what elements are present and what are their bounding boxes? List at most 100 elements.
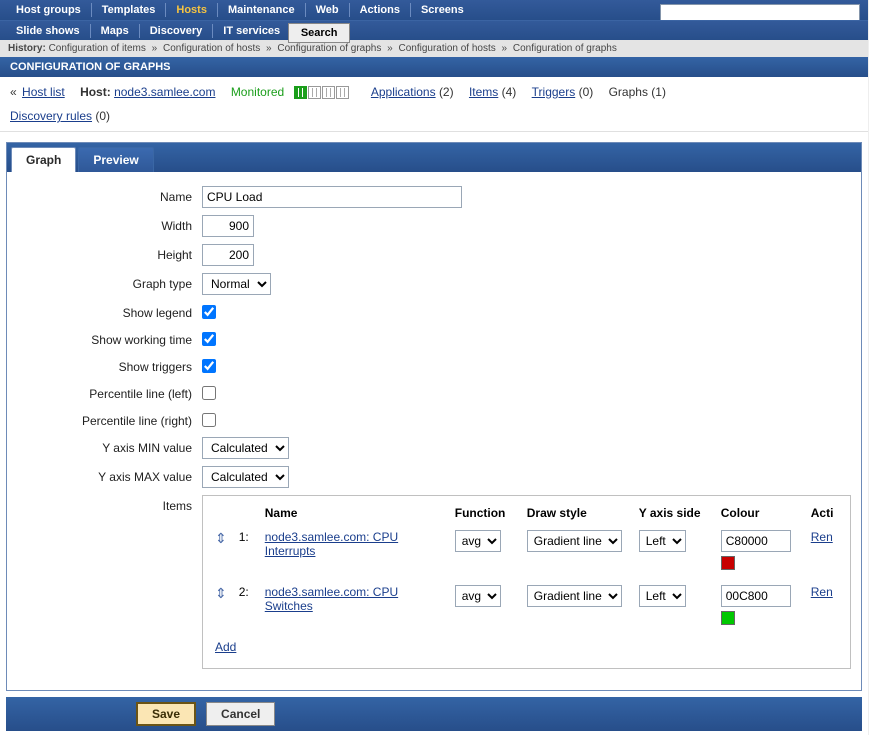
items-label: Items — [17, 495, 202, 513]
drag-handle-icon[interactable]: ⇕ — [215, 585, 227, 601]
nav-screens[interactable]: Screens — [413, 1, 472, 19]
colour-swatch[interactable] — [721, 611, 735, 625]
nav-divider — [305, 3, 306, 17]
history-item[interactable]: Configuration of hosts — [163, 43, 260, 54]
worktime-label: Show working time — [17, 329, 202, 347]
drawstyle-select[interactable]: Gradient line — [527, 585, 622, 607]
remove-link[interactable]: Ren — [811, 585, 833, 599]
drag-handle-icon[interactable]: ⇕ — [215, 530, 227, 546]
availability-icon — [308, 86, 321, 99]
item-index: 1: — [233, 524, 259, 579]
history-sep: » — [387, 43, 393, 54]
discovery-count: (0) — [95, 109, 110, 123]
nav-maintenance[interactable]: Maintenance — [220, 1, 303, 19]
history-item[interactable]: Configuration of hosts — [398, 43, 495, 54]
nav-divider — [410, 3, 411, 17]
tab-graph[interactable]: Graph — [11, 147, 76, 172]
triggers-count: (0) — [579, 85, 594, 99]
history-sep: » — [152, 43, 158, 54]
height-label: Height — [17, 244, 202, 262]
search-button[interactable]: Search — [288, 23, 350, 43]
ymin-label: Y axis MIN value — [17, 437, 202, 455]
yaxis-select[interactable]: Left — [639, 585, 686, 607]
item-name-link[interactable]: node3.samlee.com: CPU Switches — [265, 585, 398, 613]
height-input[interactable] — [202, 244, 254, 266]
nav-it-services[interactable]: IT services — [215, 22, 288, 40]
applications-link[interactable]: Applications — [371, 85, 436, 99]
tabstrip: Graph Preview — [7, 143, 861, 172]
yaxis-select[interactable]: Left — [639, 530, 686, 552]
host-list-link[interactable]: Host list — [22, 85, 65, 99]
name-label: Name — [17, 186, 202, 204]
history-item[interactable]: Configuration of items — [49, 43, 146, 54]
function-select[interactable]: avg — [455, 585, 501, 607]
availability-icon — [336, 86, 349, 99]
section-title: CONFIGURATION OF GRAPHS — [0, 57, 868, 77]
history-sep: » — [502, 43, 508, 54]
col-name: Name — [259, 502, 449, 524]
item-index: 2: — [233, 579, 259, 634]
percentile-right-checkbox[interactable] — [202, 413, 216, 427]
width-input[interactable] — [202, 215, 254, 237]
top-navigation: Host groups Templates Hosts Maintenance … — [0, 0, 868, 40]
tab-preview[interactable]: Preview — [78, 147, 153, 172]
name-input[interactable] — [202, 186, 462, 208]
col-action: Acti — [805, 502, 844, 524]
host-status: Monitored — [231, 85, 284, 99]
history-label: History: — [8, 43, 46, 54]
percentile-left-label: Percentile line (left) — [17, 383, 202, 401]
nav-host-groups[interactable]: Host groups — [8, 1, 89, 19]
ymax-label: Y axis MAX value — [17, 466, 202, 484]
legend-label: Show legend — [17, 302, 202, 320]
percentile-left-checkbox[interactable] — [202, 386, 216, 400]
nav-web[interactable]: Web — [308, 1, 347, 19]
nav-divider — [165, 3, 166, 17]
ymax-select[interactable]: Calculated — [202, 466, 289, 488]
nav-divider — [349, 3, 350, 17]
availability-icon — [322, 86, 335, 99]
function-select[interactable]: avg — [455, 530, 501, 552]
colour-swatch[interactable] — [721, 556, 735, 570]
add-item-link[interactable]: Add — [215, 640, 236, 654]
graphtype-select[interactable]: Normal — [202, 273, 271, 295]
remove-link[interactable]: Ren — [811, 530, 833, 544]
worktime-checkbox[interactable] — [202, 332, 216, 346]
host-bar: « Host list Host: node3.samlee.com Monit… — [0, 77, 868, 132]
nav-maps[interactable]: Maps — [93, 22, 137, 40]
legend-checkbox[interactable] — [202, 305, 216, 319]
col-drawstyle: Draw style — [521, 502, 633, 524]
nav-hosts[interactable]: Hosts — [168, 1, 215, 19]
colour-input[interactable] — [721, 585, 791, 607]
nav-slide-shows[interactable]: Slide shows — [8, 22, 88, 40]
cancel-button[interactable]: Cancel — [206, 702, 275, 726]
col-colour: Colour — [715, 502, 805, 524]
history-sep: » — [266, 43, 272, 54]
colour-input[interactable] — [721, 530, 791, 552]
host-name-link[interactable]: node3.samlee.com — [114, 85, 215, 99]
applications-count: (2) — [439, 85, 454, 99]
history-item[interactable]: Configuration of graphs — [277, 43, 381, 54]
save-button[interactable]: Save — [136, 702, 196, 726]
ymin-select[interactable]: Calculated — [202, 437, 289, 459]
graphtype-label: Graph type — [17, 273, 202, 291]
triggers-label: Show triggers — [17, 356, 202, 374]
status-icons — [294, 86, 350, 99]
drawstyle-select[interactable]: Gradient line — [527, 530, 622, 552]
col-yaxis: Y axis side — [633, 502, 715, 524]
host-label: Host: — [80, 85, 111, 99]
nav-discovery[interactable]: Discovery — [142, 22, 211, 40]
triggers-link[interactable]: Triggers — [532, 85, 576, 99]
items-link[interactable]: Items — [469, 85, 498, 99]
item-name-link[interactable]: node3.samlee.com: CPU Interrupts — [265, 530, 398, 558]
history-item[interactable]: Configuration of graphs — [513, 43, 617, 54]
graphs-label: Graphs — [609, 85, 648, 99]
discovery-rules-link[interactable]: Discovery rules — [10, 109, 92, 123]
nav-divider — [90, 24, 91, 38]
nav-templates[interactable]: Templates — [94, 1, 164, 19]
width-label: Width — [17, 215, 202, 233]
triggers-checkbox[interactable] — [202, 359, 216, 373]
tabs-container: Graph Preview Name Width Height Graph — [6, 142, 862, 691]
nav-actions[interactable]: Actions — [352, 1, 408, 19]
col-function: Function — [449, 502, 521, 524]
search-box — [660, 2, 860, 20]
